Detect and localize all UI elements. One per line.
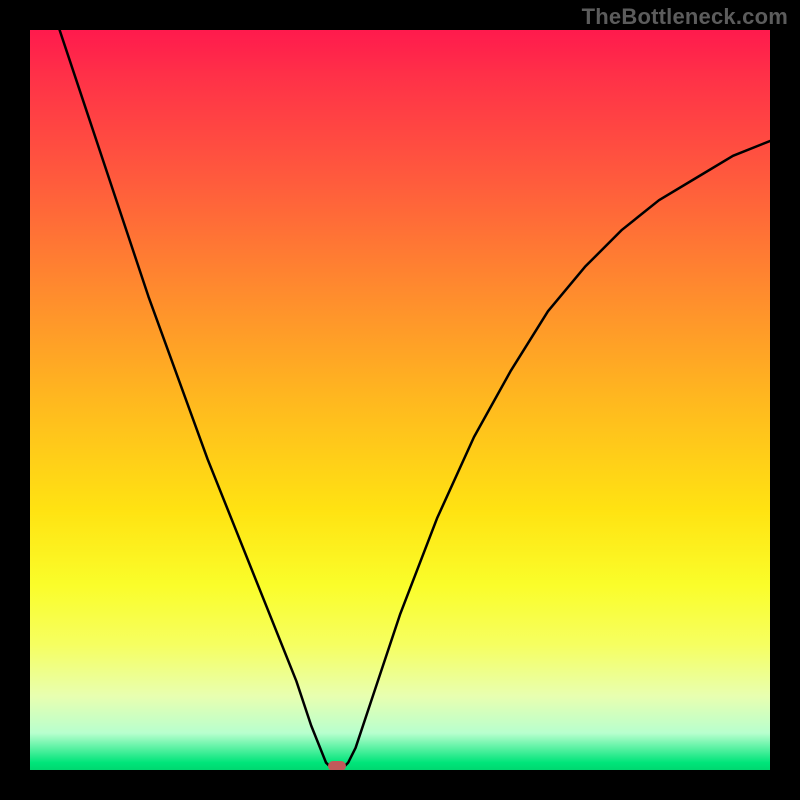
minimum-marker (328, 761, 346, 770)
plot-area (30, 30, 770, 770)
watermark-text: TheBottleneck.com (582, 4, 788, 30)
chart-frame: TheBottleneck.com (0, 0, 800, 800)
bottleneck-curve (30, 30, 770, 770)
